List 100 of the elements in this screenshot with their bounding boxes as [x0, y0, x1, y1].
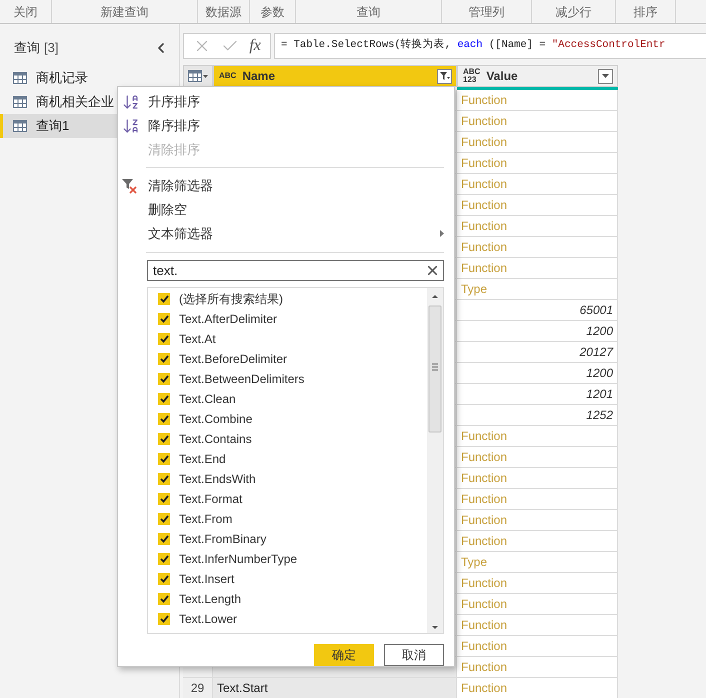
- value-option[interactable]: Text.Insert: [158, 569, 427, 590]
- ribbon-group-label: 排序: [634, 4, 658, 20]
- table-cell: Function: [457, 594, 618, 615]
- table-cell: Function: [457, 216, 618, 237]
- table-cell: Type: [457, 279, 618, 300]
- table-cell: 1252: [457, 405, 618, 426]
- table-cell: Function: [457, 426, 618, 447]
- value-option[interactable]: Text.From: [158, 509, 427, 530]
- checkbox[interactable]: [158, 513, 170, 526]
- table-cell: Function: [457, 153, 618, 174]
- ok-button[interactable]: 确定: [314, 644, 374, 666]
- checkbox[interactable]: [158, 553, 170, 566]
- menu-item[interactable]: 升序排序: [118, 90, 454, 114]
- dropdown-button[interactable]: [598, 68, 613, 84]
- table-cell: Function: [457, 195, 618, 216]
- table-cell: Function: [457, 237, 618, 258]
- value-option[interactable]: Text.InferNumberType: [158, 549, 427, 570]
- value-option[interactable]: Text.BetweenDelimiters: [158, 369, 427, 390]
- checkbox[interactable]: [158, 333, 170, 346]
- fx-button[interactable]: fx: [249, 34, 261, 58]
- checkbox[interactable]: [158, 313, 170, 326]
- table-cell: 1200: [457, 321, 618, 342]
- table-cell: Function: [457, 678, 618, 698]
- table-cell: Function: [457, 636, 618, 657]
- table-cell: Text.Start: [213, 678, 457, 698]
- value-option[interactable]: Text.At: [158, 329, 427, 350]
- column-header[interactable]: ABC Name: [213, 65, 457, 87]
- checkbox[interactable]: [158, 413, 170, 426]
- query-item[interactable]: 商机记录: [0, 66, 179, 90]
- value-option[interactable]: (选择所有搜索结果): [158, 289, 427, 310]
- checkbox[interactable]: [158, 473, 170, 486]
- table-icon: [13, 96, 27, 108]
- table-cell: Function: [457, 468, 618, 489]
- menu-item[interactable]: 文本筛选器: [118, 222, 454, 246]
- value-option[interactable]: Text.BeforeDelimiter: [158, 349, 427, 370]
- checkbox[interactable]: [158, 373, 170, 386]
- cancel-button[interactable]: 取消: [384, 644, 444, 666]
- caret-icon: [602, 74, 609, 78]
- filter-dropdown-button[interactable]: [437, 68, 452, 84]
- sort-ascending-icon: [122, 92, 140, 111]
- value-option[interactable]: Text.AfterDelimiter: [158, 309, 427, 330]
- value-option[interactable]: Text.FromBinary: [158, 529, 427, 550]
- table-cell: 1201: [457, 384, 618, 405]
- pane-title: 查询: [14, 39, 40, 58]
- table-cell: Function: [457, 657, 618, 678]
- table-cell: Function: [457, 132, 618, 153]
- scrollbar[interactable]: [427, 288, 443, 633]
- ribbon-group-label: 查询: [356, 4, 380, 20]
- value-option[interactable]: Text.Combine: [158, 409, 427, 430]
- menu-item[interactable]: 清除筛选器: [118, 174, 454, 198]
- table-cell: Function: [457, 615, 618, 636]
- value-option[interactable]: Text.End: [158, 449, 427, 470]
- table-menu-button[interactable]: [183, 65, 213, 87]
- checkbox[interactable]: [158, 613, 170, 626]
- type-label: ABC 123: [463, 68, 480, 84]
- row-number-cell: 29: [183, 678, 213, 698]
- table-icon: [188, 70, 202, 82]
- table-cell: Function: [457, 510, 618, 531]
- value-option[interactable]: Text.Lower: [158, 609, 427, 630]
- value-option[interactable]: Text.Format: [158, 489, 427, 510]
- checkbox[interactable]: [158, 393, 170, 406]
- value-option[interactable]: Text.Length: [158, 589, 427, 610]
- table-cell: Function: [457, 573, 618, 594]
- ribbon-group-label: 关闭: [14, 4, 38, 20]
- filter-icon: [440, 72, 450, 80]
- value-option[interactable]: Text.EndsWith: [158, 469, 427, 490]
- query-count: [3]: [44, 39, 58, 58]
- search-field[interactable]: text.: [147, 260, 444, 282]
- ribbon-group-label: 参数: [260, 4, 284, 20]
- checkbox[interactable]: [158, 293, 170, 306]
- table-cell: Function: [457, 111, 618, 132]
- table-cell: Type: [457, 552, 618, 573]
- ribbon-group-label: 减少行: [556, 4, 592, 20]
- table-cell: 20127: [457, 342, 618, 363]
- ribbon-group-label: 管理列: [468, 4, 504, 20]
- ribbon-group-label: 数据源: [206, 4, 242, 20]
- table-cell: Function: [457, 531, 618, 552]
- value-option[interactable]: Text.Clean: [158, 389, 427, 410]
- checkbox[interactable]: [158, 573, 170, 586]
- checkbox[interactable]: [158, 533, 170, 546]
- table-cell: Function: [457, 258, 618, 279]
- table-cell: Function: [457, 90, 618, 111]
- table-icon: [13, 72, 27, 84]
- type-label: ABC: [219, 72, 236, 80]
- submenu-arrow-icon: [440, 230, 444, 238]
- table-cell: 1200: [457, 363, 618, 384]
- table-cell: Function: [457, 489, 618, 510]
- checkbox[interactable]: [158, 593, 170, 606]
- clear-filter-icon: [122, 178, 138, 194]
- formula-field[interactable]: = Table.SelectRows(转换为表, each ([Name] = "AccessControlEntr: [274, 33, 706, 59]
- ribbon-group-label: 新建查询: [100, 4, 148, 20]
- value-option[interactable]: Text.Contains: [158, 429, 427, 450]
- menu-item[interactable]: 删除空: [118, 198, 454, 222]
- checkbox[interactable]: [158, 453, 170, 466]
- checkbox[interactable]: [158, 493, 170, 506]
- sort-descending-icon: [122, 116, 140, 135]
- table-icon: [13, 120, 27, 132]
- checkbox[interactable]: [158, 433, 170, 446]
- table-cell: 65001: [457, 300, 618, 321]
- checkbox[interactable]: [158, 353, 170, 366]
